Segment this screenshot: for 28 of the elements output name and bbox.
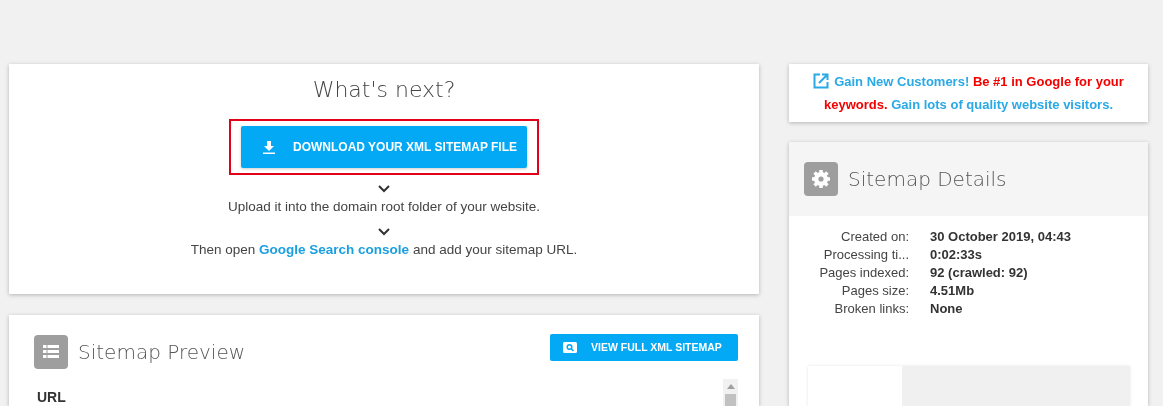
- detail-value: 4.51Mb: [930, 283, 976, 298]
- column-header: URL: [37, 388, 66, 405]
- detail-label: Pages indexed:: [818, 265, 909, 280]
- search-console-instruction: Then open Google Search console and add your sitemap URL.: [190, 242, 578, 257]
- download-button[interactable]: DOWNLOAD YOUR XML SITEMAP FILE: [241, 126, 527, 168]
- chevron-down-icon: [378, 228, 390, 236]
- detail-value: 30 October 2019, 04:43: [930, 229, 1072, 244]
- search-icon: [563, 341, 577, 353]
- view-sitemap-button[interactable]: VIEW FULL XML SITEMAP: [550, 333, 738, 361]
- search-console-link[interactable]: Google Search console: [259, 242, 410, 257]
- external-link-icon: [813, 73, 830, 89]
- upload-instruction: Upload it into the domain root folder of your website.: [227, 199, 541, 214]
- download-icon: [263, 140, 275, 154]
- detail-label: Created on:: [840, 229, 909, 244]
- details-title: Sitemap Details: [848, 167, 1008, 191]
- table-icon: [34, 335, 68, 369]
- scroll-up-icon[interactable]: [726, 384, 735, 389]
- detail-label: Broken links:: [833, 301, 909, 316]
- detail-value: 92 (crawled: 92): [930, 265, 1029, 280]
- promo-text[interactable]: Gain New Customers! Be #1 in Google for your keywords. Gain lots of quality website visitors.: [807, 70, 1130, 116]
- detail-value: 0:02:33s: [930, 247, 984, 262]
- detail-label: Pages size:: [840, 283, 909, 298]
- next-steps-title: What's next?: [312, 76, 456, 104]
- detail-value: None: [930, 301, 964, 316]
- gear-icon: [804, 162, 838, 196]
- chevron-down-icon: [378, 185, 390, 193]
- detail-label: Processing ti...: [822, 247, 909, 262]
- preview-title: Sitemap Preview: [78, 340, 247, 364]
